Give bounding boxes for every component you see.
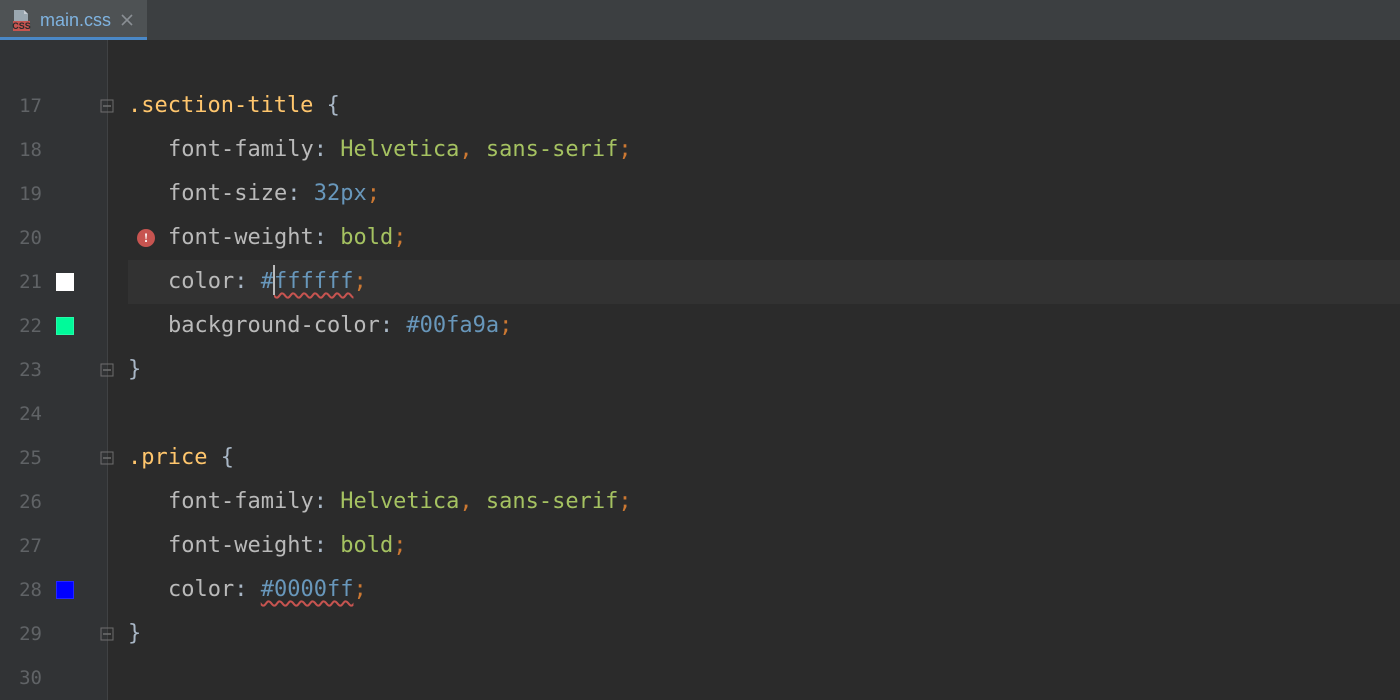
line-number: 19 [0, 172, 50, 216]
code-line-current[interactable]: color: #ffffff; [128, 260, 1400, 304]
color-swatch[interactable] [56, 317, 74, 335]
code-editor[interactable]: 17 18 19 20 ! 21 22 23 24 25 26 27 28 29… [0, 40, 1400, 700]
tab-bar: CSS main.css [0, 0, 1400, 40]
line-number: 28 [0, 568, 50, 612]
line-number: 25 [0, 436, 50, 480]
css-file-icon: CSS [10, 9, 32, 31]
line-number: 26 [0, 480, 50, 524]
code-line[interactable]: font-size: 32px; [128, 172, 1400, 216]
code-line[interactable]: } [128, 348, 1400, 392]
line-number: 17 [0, 84, 50, 128]
code-line[interactable]: .section-title { [128, 84, 1400, 128]
line-number: 27 [0, 524, 50, 568]
line-number: 23 [0, 348, 50, 392]
line-number: 29 [0, 612, 50, 656]
line-number: 22 [0, 304, 50, 348]
svg-text:CSS: CSS [12, 21, 31, 31]
line-number: 30 [0, 656, 50, 700]
code-line[interactable] [128, 656, 1400, 700]
code-line[interactable]: font-weight: bold; [128, 524, 1400, 568]
code-line[interactable]: font-family: Helvetica, sans-serif; [128, 480, 1400, 524]
code-line[interactable]: background-color: #00fa9a; [128, 304, 1400, 348]
tab-filename: main.css [40, 10, 111, 31]
close-icon[interactable] [119, 12, 135, 28]
line-number: 20 [0, 216, 50, 260]
code-line[interactable]: } [128, 612, 1400, 656]
color-swatch[interactable] [56, 581, 74, 599]
line-number: 18 [0, 128, 50, 172]
gutter: 17 18 19 20 ! 21 22 23 24 25 26 27 28 29… [0, 40, 108, 700]
code-line[interactable] [128, 392, 1400, 436]
code-line[interactable]: font-weight: bold; [128, 216, 1400, 260]
code-line[interactable] [128, 40, 1400, 84]
file-tab[interactable]: CSS main.css [0, 0, 147, 40]
text-caret [273, 265, 275, 295]
code-area[interactable]: .section-title { font-family: Helvetica,… [108, 40, 1400, 700]
code-line[interactable]: color: #0000ff; [128, 568, 1400, 612]
code-line[interactable]: .price { [128, 436, 1400, 480]
line-number: 21 [0, 260, 50, 304]
color-swatch[interactable] [56, 273, 74, 291]
code-line[interactable]: font-family: Helvetica, sans-serif; [128, 128, 1400, 172]
line-number: 24 [0, 392, 50, 436]
